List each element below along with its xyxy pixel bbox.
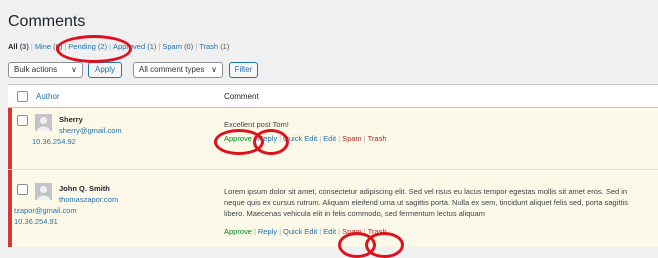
table-row: Sherry sherry@gmail.com 10.36.254.92 Exc… xyxy=(8,108,658,169)
comment-text: Lorem ipsum dolor sit amet, consectetur … xyxy=(224,187,628,218)
trash-link[interactable]: Trash xyxy=(368,227,387,236)
column-comment: Comment xyxy=(224,92,259,101)
spam-link[interactable]: Spam xyxy=(342,134,362,143)
comment-author-email[interactable]: sherry@gmail.com xyxy=(59,126,122,135)
row-actions: Approve | Reply | Quick Edit | Edit | Spam | Trash xyxy=(224,227,387,236)
spam-link[interactable]: Spam xyxy=(342,227,362,236)
status-filter-links: All (3) | Mine (0) | Pending (2) | Approved (1… xyxy=(8,42,230,51)
quick-edit-link[interactable]: Quick Edit xyxy=(283,227,317,236)
filter-button[interactable]: Filter xyxy=(229,62,258,78)
approve-link[interactable]: Approve xyxy=(224,134,252,143)
filter-trash[interactable]: Trash (1) xyxy=(199,42,229,51)
comment-types-select[interactable]: All comment types ∨ xyxy=(133,62,223,78)
filter-pending[interactable]: Pending (2) xyxy=(68,42,107,51)
comment-author-url[interactable]: thomaszapor.com xyxy=(59,195,118,204)
filter-spam[interactable]: Spam (0) xyxy=(162,42,193,51)
edit-link[interactable]: Edit xyxy=(323,227,336,236)
filter-mine[interactable]: Mine (0) xyxy=(35,42,63,51)
edit-link[interactable]: Edit xyxy=(323,134,336,143)
quick-edit-link[interactable]: Quick Edit xyxy=(283,134,317,143)
column-author[interactable]: Author xyxy=(36,92,60,101)
comment-author-name: John Q. Smith xyxy=(59,184,110,193)
comments-table: Author Comment Sherry sherry@gmail.com 1… xyxy=(8,84,658,247)
filter-all[interactable]: All (3) xyxy=(8,42,29,51)
select-all-checkbox[interactable] xyxy=(17,91,28,102)
filter-approved[interactable]: Approved (1) xyxy=(113,42,156,51)
trash-link[interactable]: Trash xyxy=(368,134,387,143)
chevron-down-icon: ∨ xyxy=(71,65,77,74)
approve-link[interactable]: Approve xyxy=(224,227,252,236)
chevron-down-icon: ∨ xyxy=(211,65,217,74)
page-title: Comments xyxy=(8,13,86,30)
comment-author-name: Sherry xyxy=(59,115,83,124)
row-actions: Approve | Reply | Quick Edit | Edit | Spam | Trash xyxy=(224,134,387,143)
comment-author-ip[interactable]: 10.36.254.92 xyxy=(32,137,76,146)
comment-author-ip[interactable]: 10.36.254.91 xyxy=(14,217,58,226)
table-header: Author Comment xyxy=(8,85,658,108)
table-row: John Q. Smith thomaszapor.com tzapor@gma… xyxy=(8,170,658,247)
avatar xyxy=(35,183,52,200)
row-checkbox[interactable] xyxy=(17,115,28,126)
bulk-actions-select[interactable]: Bulk actions ∨ xyxy=(8,62,83,78)
comment-text: Excellent post Tom! xyxy=(224,120,289,129)
comment-author-email[interactable]: tzapor@gmail.com xyxy=(14,206,77,215)
avatar xyxy=(35,114,52,131)
row-checkbox[interactable] xyxy=(17,184,28,195)
apply-button[interactable]: Apply xyxy=(88,62,122,78)
reply-link[interactable]: Reply xyxy=(258,134,277,143)
reply-link[interactable]: Reply xyxy=(258,227,277,236)
